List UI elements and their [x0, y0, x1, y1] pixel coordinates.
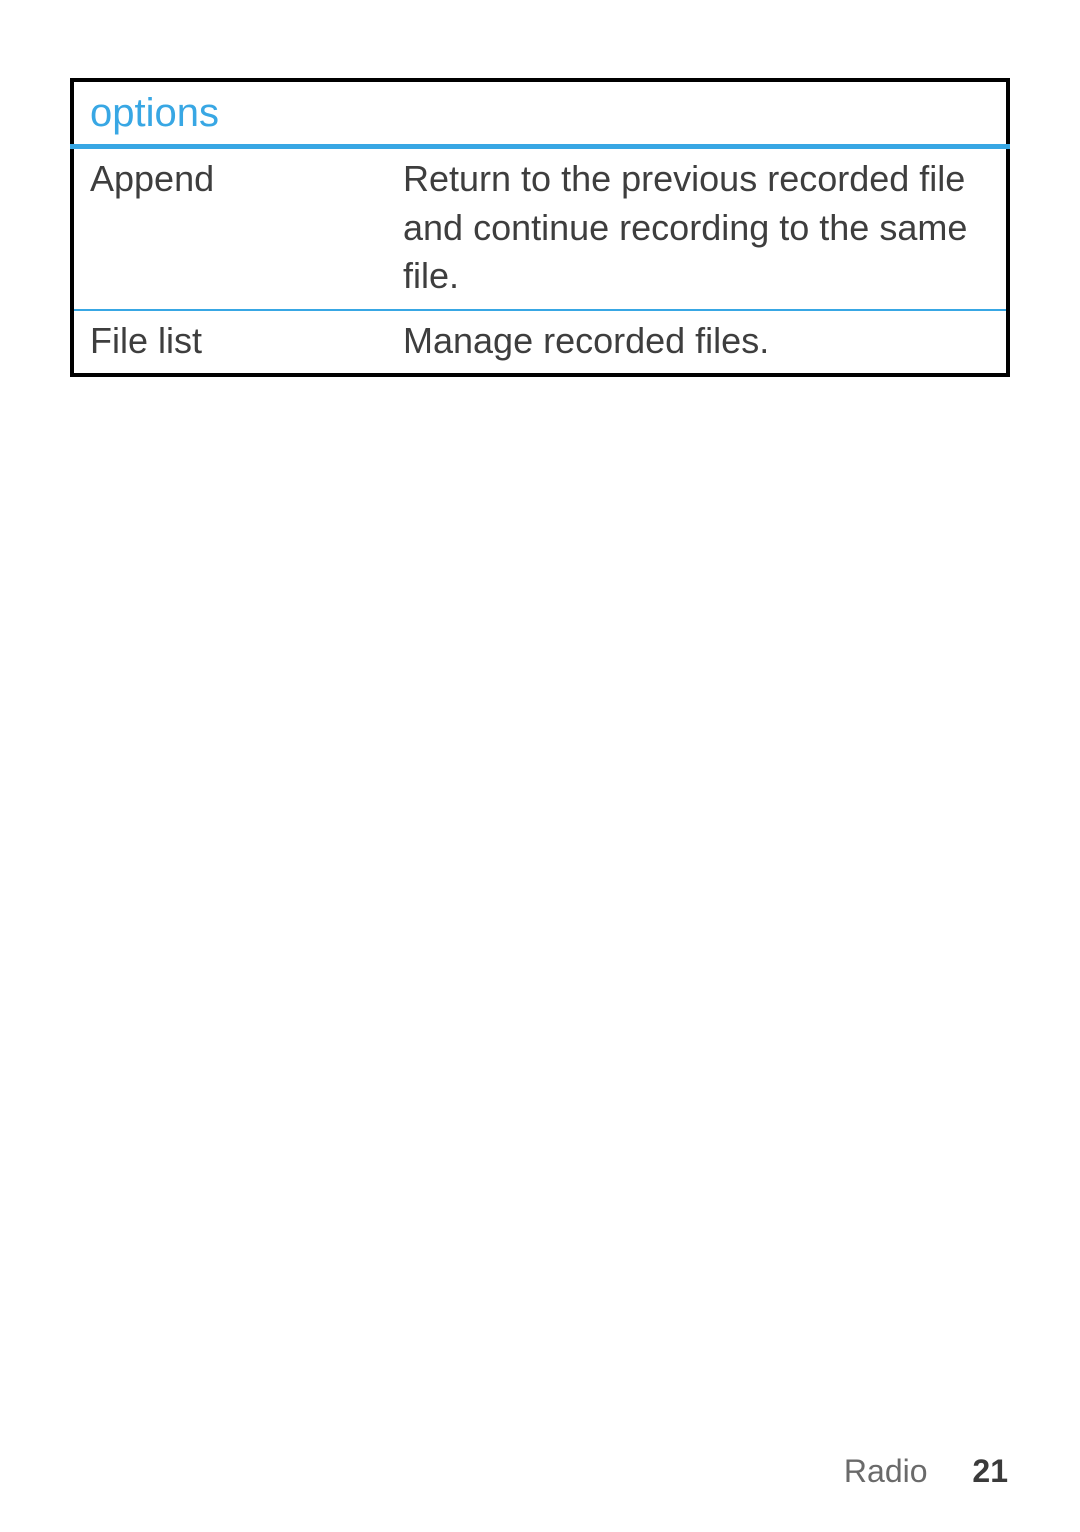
page: options Append Return to the previous re…	[0, 0, 1080, 1532]
table-header-cell: options	[72, 80, 1008, 147]
table-header-row: options	[72, 80, 1008, 147]
page-footer: Radio 21	[844, 1453, 1008, 1490]
table-row: Append Return to the previous recorded f…	[72, 147, 1008, 310]
option-label: Append	[72, 147, 387, 310]
footer-page-number: 21	[972, 1453, 1008, 1489]
option-description: Manage recorded files.	[387, 310, 1008, 376]
option-label: File list	[72, 310, 387, 376]
footer-section: Radio	[844, 1453, 928, 1489]
options-table: options Append Return to the previous re…	[70, 78, 1010, 377]
table-row: File list Manage recorded files.	[72, 310, 1008, 376]
option-description: Return to the previous recorded file and…	[387, 147, 1008, 310]
